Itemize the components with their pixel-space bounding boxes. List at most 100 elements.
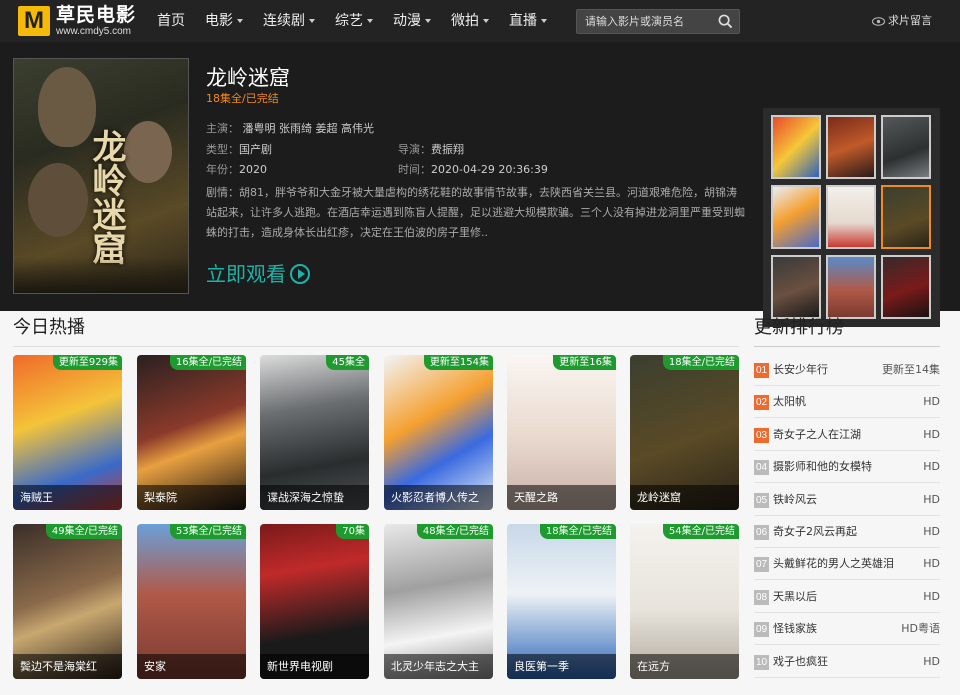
watch-now-button[interactable]: 立即观看 <box>206 261 310 287</box>
featured-cast: 主演： 潘粤明 张雨绮 姜超 高伟光 <box>206 122 375 135</box>
nav-item[interactable]: 动漫 <box>393 0 431 42</box>
type-value[interactable]: 国产剧 <box>239 143 272 156</box>
ranking-row[interactable]: 02 太阳帆 HD <box>754 386 940 419</box>
thumbnail[interactable] <box>881 255 931 319</box>
featured-description: 剧情：胡81，胖爷爷和大金牙被大量虐构的绣花鞋的故事情节故事，去陕西省关兰县。河… <box>206 186 745 239</box>
cast-value[interactable]: 潘粤明 张雨绮 姜超 高伟光 <box>243 122 375 135</box>
poster-figure <box>28 163 88 237</box>
nav-item[interactable]: 电影 <box>205 0 243 42</box>
search-icon[interactable] <box>718 14 733 29</box>
ranking-row[interactable]: 03 奇女子之人在江湖 HD <box>754 419 940 451</box>
nav-item-label: 动漫 <box>393 13 421 29</box>
ranking-info: HD <box>923 589 940 603</box>
search-box <box>576 9 740 34</box>
video-card[interactable]: 48集全/已完结 北灵少年志之大主 <box>384 524 493 679</box>
nav-item[interactable]: 直播 <box>509 0 547 42</box>
video-card[interactable]: 53集全/已完结安家 <box>137 524 246 679</box>
ranking-info: HD <box>923 654 940 668</box>
ranking-row[interactable]: 09 怪钱家族 HD粤语 <box>754 613 940 646</box>
request-label: 求片留言 <box>888 14 932 27</box>
ranking-name: 怪钱家族 <box>773 622 817 636</box>
ranking-name: 戏子也疯狂 <box>773 654 828 668</box>
ranking-row[interactable]: 06 奇女子2风云再起 HD <box>754 516 940 548</box>
watch-now-label: 立即观看 <box>206 262 286 286</box>
ranking-info: 更新至14集 <box>882 363 940 376</box>
featured-poster[interactable]: 龙岭迷窟 <box>13 58 189 294</box>
divider <box>754 346 940 347</box>
caret-down-icon <box>367 19 373 23</box>
video-card[interactable]: 54集全/已完结 在远方 <box>630 524 739 679</box>
ranking-name: 太阳帆 <box>773 395 806 409</box>
thumbnail[interactable] <box>881 115 931 179</box>
thumbnail[interactable] <box>826 185 876 249</box>
episode-badge: 18集全/已完结 <box>539 524 616 539</box>
ranking-number: 08 <box>754 589 769 605</box>
video-card[interactable]: 49集全/已完结鬓边不是海棠红 <box>13 524 122 679</box>
ranking-name: 头戴鲜花的男人之英雄泪 <box>773 557 894 571</box>
description-text: 胡81，胖爷爷和大金牙被大量虐构的绣花鞋的故事情节故事，去陕西省关兰县。河道艰难… <box>206 186 745 239</box>
thumbnail-active[interactable] <box>881 185 931 249</box>
poster-footer <box>14 257 188 293</box>
ranking-info: HD <box>923 427 940 441</box>
episode-badge: 49集全/已完结 <box>45 524 122 539</box>
caret-down-icon <box>425 19 431 23</box>
ranking-number: 06 <box>754 525 769 540</box>
thumbnail[interactable] <box>771 255 821 319</box>
search-input[interactable] <box>577 10 713 33</box>
director-value[interactable]: 费振翔 <box>431 143 464 156</box>
nav-item[interactable]: 综艺 <box>335 0 373 42</box>
ranking-name: 奇女子2风云再起 <box>773 525 857 538</box>
video-card[interactable]: 18集全/已完结 龙岭迷窟 <box>630 355 739 510</box>
featured-thumbnails <box>763 108 940 327</box>
ranking-name: 天黑以后 <box>773 589 817 603</box>
ranking-name: 长安少年行 <box>773 363 828 376</box>
hot-section-title: 今日热播 <box>13 317 85 338</box>
featured-year: 年份：2020 <box>206 163 267 176</box>
video-card-title: 鬓边不是海棠红 <box>13 654 122 679</box>
video-card-title: 在远方 <box>630 654 739 679</box>
episode-badge: 18集全/已完结 <box>662 355 739 370</box>
episode-badge: 53集全/已完结 <box>169 524 246 539</box>
thumbnail[interactable] <box>826 115 876 179</box>
ranking-row[interactable]: 08 天黑以后 HD <box>754 581 940 613</box>
video-card[interactable]: 更新至929集 海贼王 <box>13 355 122 510</box>
video-card[interactable]: 18集全/已完结 良医第一季 <box>507 524 616 679</box>
nav-item[interactable]: 首页 <box>157 0 185 42</box>
episode-badge: 70集 <box>336 524 369 539</box>
featured-title: 龙岭迷窟 <box>206 66 290 90</box>
ranking-row[interactable]: 01 长安少年行 更新至14集 <box>754 354 940 386</box>
ranking-row[interactable]: 07 头戴鲜花的男人之英雄泪 HD <box>754 548 940 581</box>
caret-down-icon <box>237 19 243 23</box>
ranking-row[interactable]: 05 铁岭风云 HD <box>754 484 940 516</box>
video-card-title: 新世界电视剧 <box>260 654 369 679</box>
ranking-name: 铁岭风云 <box>773 492 817 506</box>
ranking-info: HD <box>923 492 940 506</box>
ranking-number: 02 <box>754 395 769 411</box>
ranking-info: HD <box>923 525 940 538</box>
request-link[interactable]: 求片留言 <box>872 0 932 42</box>
logo-name: 草民电影 <box>56 4 137 26</box>
divider <box>13 346 739 347</box>
video-card[interactable]: 更新至16集 天醒之路 <box>507 355 616 510</box>
featured-time: 时间：2020-04-29 20:36:39 <box>398 163 548 176</box>
thumbnail[interactable] <box>826 255 876 319</box>
ranking-row[interactable]: 10 戏子也疯狂 HD <box>754 646 940 678</box>
ranking-number: 07 <box>754 557 769 573</box>
play-icon <box>290 264 310 284</box>
ranking-info: HD <box>923 460 940 474</box>
nav-item[interactable]: 连续剧 <box>263 0 315 42</box>
ranking-row[interactable]: 04 摄影师和他的女模特 HD <box>754 451 940 484</box>
thumbnail[interactable] <box>771 185 821 249</box>
video-card[interactable]: 70集新世界电视剧 <box>260 524 369 679</box>
poster-title: 龙岭迷窟 <box>86 129 126 265</box>
video-card[interactable]: 更新至154集 火影忍者博人传之 <box>384 355 493 510</box>
video-card[interactable]: 45集全 谍战深海之惊蛰 <box>260 355 369 510</box>
nav-item[interactable]: 微拍 <box>451 0 489 42</box>
video-card-title: 安家 <box>137 654 246 679</box>
ranking-name: 奇女子之人在江湖 <box>773 427 861 441</box>
video-card[interactable]: 16集全/已完结 梨泰院 <box>137 355 246 510</box>
episode-badge: 16集全/已完结 <box>169 355 246 370</box>
episode-badge: 更新至929集 <box>52 355 122 370</box>
site-logo[interactable]: M 草民电影 www.cmdy5.com <box>18 5 140 37</box>
thumbnail[interactable] <box>771 115 821 179</box>
